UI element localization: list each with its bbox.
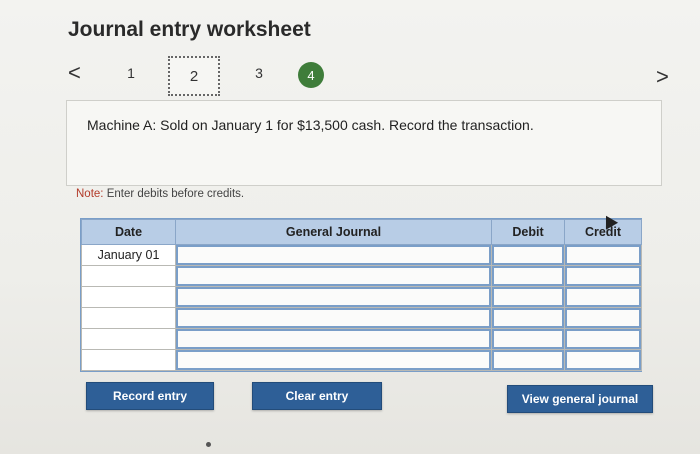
table-row xyxy=(81,286,642,308)
table-row: January 01 xyxy=(81,244,642,266)
step-3[interactable]: 3 xyxy=(248,65,270,81)
account-cell[interactable] xyxy=(175,328,492,350)
credit-input[interactable] xyxy=(565,350,641,370)
account-cell[interactable] xyxy=(175,244,492,266)
debit-input[interactable] xyxy=(492,266,564,286)
step-1[interactable]: 1 xyxy=(120,65,142,81)
credit-cell[interactable] xyxy=(564,349,642,371)
date-cell[interactable] xyxy=(81,328,176,350)
journal-table: Date General Journal Debit Credit Januar… xyxy=(81,219,642,371)
date-column-header: Date xyxy=(81,219,176,245)
credit-input[interactable] xyxy=(565,266,641,286)
table-row xyxy=(81,349,642,371)
date-cell[interactable] xyxy=(81,286,176,308)
credit-cell[interactable] xyxy=(564,307,642,329)
credit-input[interactable] xyxy=(565,329,641,349)
step-2-label: 2 xyxy=(189,67,199,85)
clear-entry-button[interactable]: Clear entry xyxy=(252,382,382,410)
step-2-current[interactable]: 2 xyxy=(168,56,220,96)
date-cell[interactable] xyxy=(81,349,176,371)
journal-grid: Date General Journal Debit Credit Januar… xyxy=(80,218,642,372)
account-cell[interactable] xyxy=(175,286,492,308)
general-journal-column-header: General Journal xyxy=(175,219,492,245)
date-cell[interactable] xyxy=(81,307,176,329)
question-box: Machine A: Sold on January 1 for $13,500… xyxy=(66,100,662,186)
previous-arrow-icon[interactable]: < xyxy=(68,62,81,84)
worksheet-panel: Journal entry worksheet < 1 2 3 4 > Mach… xyxy=(0,0,700,454)
account-input[interactable] xyxy=(176,245,491,265)
question-text: Machine A: Sold on January 1 for $13,500… xyxy=(87,117,534,133)
account-input[interactable] xyxy=(176,266,491,286)
debit-column-header: Debit xyxy=(491,219,565,245)
debit-cell[interactable] xyxy=(491,349,565,371)
debit-input[interactable] xyxy=(492,329,564,349)
debit-cell[interactable] xyxy=(491,328,565,350)
page-title: Journal entry worksheet xyxy=(68,18,311,41)
debit-cell[interactable] xyxy=(491,244,565,266)
credit-cell[interactable] xyxy=(564,328,642,350)
credit-cell[interactable] xyxy=(564,244,642,266)
account-input[interactable] xyxy=(176,308,491,328)
account-cell[interactable] xyxy=(175,307,492,329)
instruction-note: Note: Enter debits before credits. xyxy=(76,188,244,200)
debit-input[interactable] xyxy=(492,245,564,265)
credit-input[interactable] xyxy=(565,245,641,265)
table-row xyxy=(81,328,642,350)
table-row xyxy=(81,265,642,287)
credit-input[interactable] xyxy=(565,287,641,307)
step-4-completed[interactable]: 4 xyxy=(298,62,324,88)
account-input[interactable] xyxy=(176,287,491,307)
credit-input[interactable] xyxy=(565,308,641,328)
date-cell[interactable]: January 01 xyxy=(81,244,176,266)
debit-cell[interactable] xyxy=(491,286,565,308)
note-text: Enter debits before credits. xyxy=(103,188,245,200)
debit-cell[interactable] xyxy=(491,265,565,287)
credit-cell[interactable] xyxy=(564,286,642,308)
account-cell[interactable] xyxy=(175,265,492,287)
debit-cell[interactable] xyxy=(491,307,565,329)
record-entry-button[interactable]: Record entry xyxy=(86,382,214,410)
debit-input[interactable] xyxy=(492,350,564,370)
next-arrow-icon[interactable]: > xyxy=(656,66,669,88)
account-input[interactable] xyxy=(176,350,491,370)
table-header-row: Date General Journal Debit Credit xyxy=(81,219,642,245)
dot-mark xyxy=(206,442,211,447)
debit-input[interactable] xyxy=(492,308,564,328)
step-4-label: 4 xyxy=(307,67,315,83)
debit-input[interactable] xyxy=(492,287,564,307)
date-cell[interactable] xyxy=(81,265,176,287)
note-label: Note: xyxy=(76,188,104,200)
view-general-journal-button[interactable]: View general journal xyxy=(507,385,653,413)
credit-cell[interactable] xyxy=(564,265,642,287)
table-row xyxy=(81,307,642,329)
account-input[interactable] xyxy=(176,329,491,349)
account-cell[interactable] xyxy=(175,349,492,371)
